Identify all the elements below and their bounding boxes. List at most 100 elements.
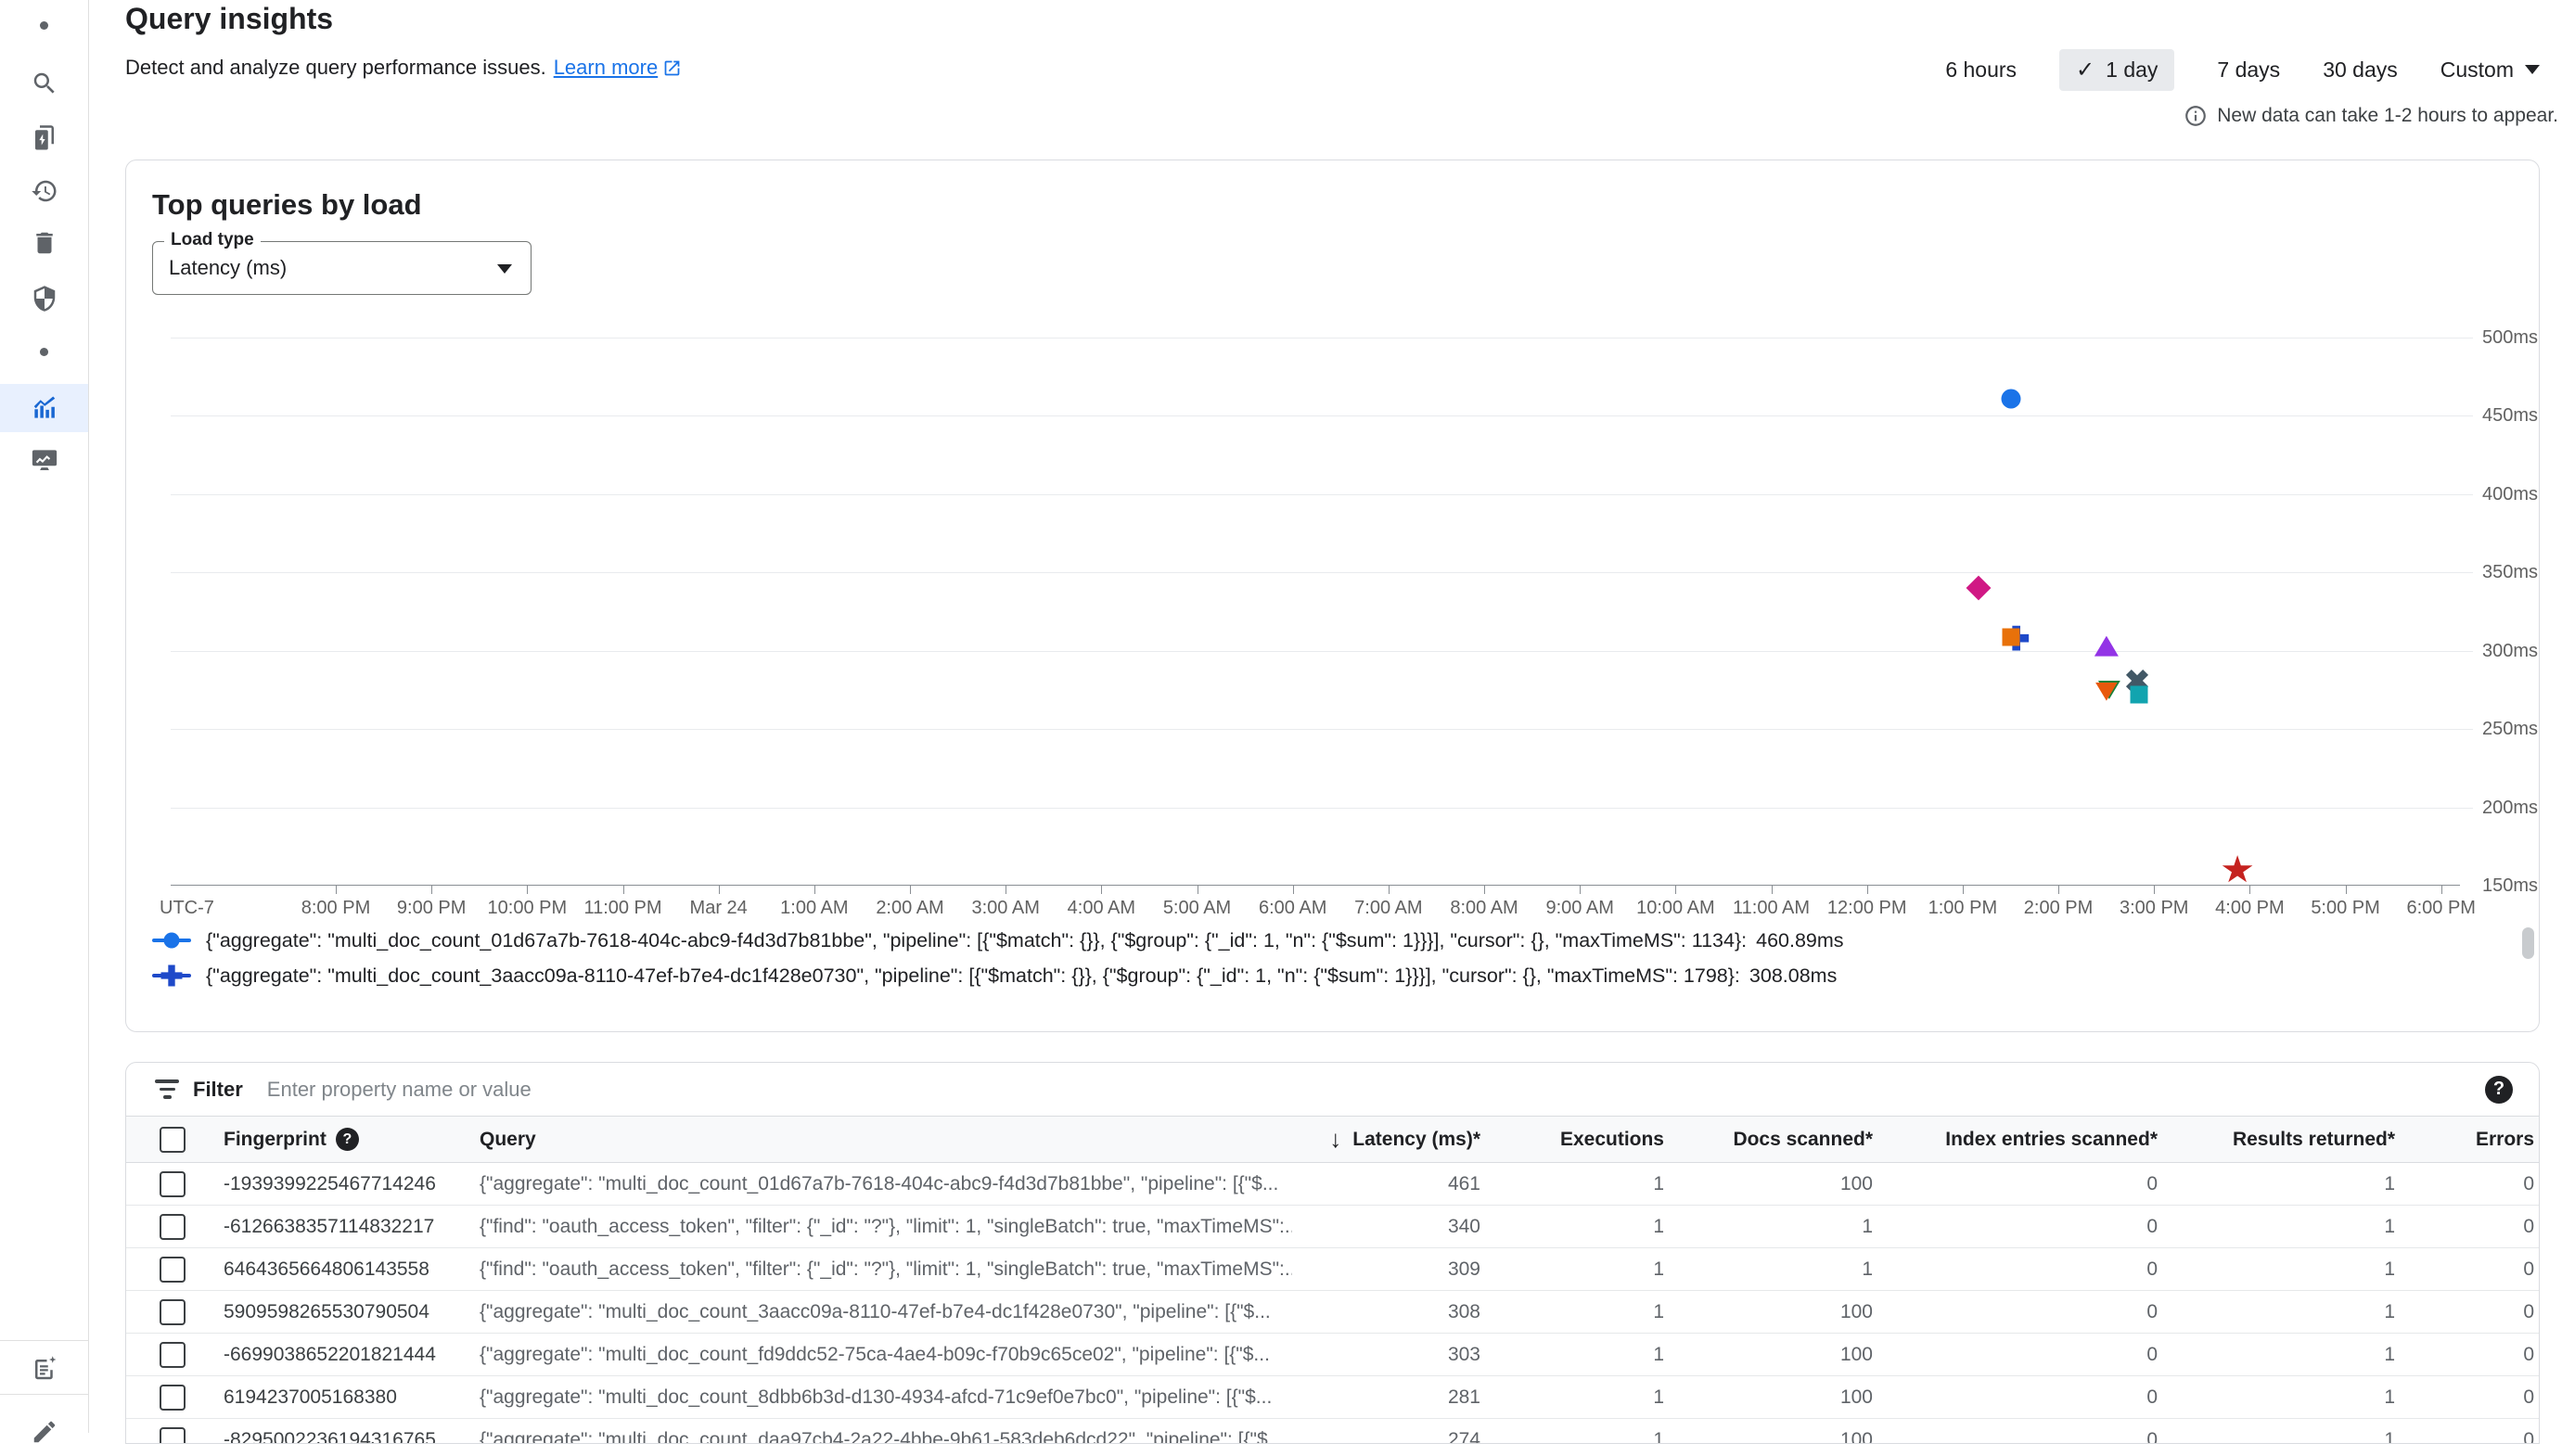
time-range-30-days[interactable]: 30 days: [2323, 57, 2398, 83]
time-range-custom[interactable]: Custom: [2440, 57, 2540, 83]
gridline: [171, 415, 2473, 416]
sidebar-item-history[interactable]: [0, 167, 88, 215]
cell-results_returned: 1: [2158, 1258, 2395, 1281]
cell-latency: 461: [1292, 1173, 1480, 1195]
cell-latency: 274: [1292, 1429, 1480, 1445]
cell-errors: 0: [2395, 1386, 2534, 1409]
gridline: [171, 572, 2473, 573]
x-axis-tick: [1675, 886, 1676, 894]
cell-docs_scanned: 100: [1664, 1386, 1873, 1409]
sidebar-item-query-insights[interactable]: [0, 384, 88, 432]
data-point-square[interactable]: [2131, 686, 2148, 704]
cell-executions: 1: [1480, 1429, 1664, 1445]
fingerprint-help-icon[interactable]: ?: [336, 1128, 359, 1151]
col-header-executions[interactable]: Executions: [1480, 1129, 1664, 1151]
x-axis-tick: [336, 886, 337, 894]
sidebar-item-release-notes[interactable]: [0, 1345, 88, 1393]
cell-errors: 0: [2395, 1258, 2534, 1281]
sidebar-item-security[interactable]: [0, 275, 88, 323]
row-checkbox[interactable]: [160, 1385, 186, 1411]
x-axis-tick: [2346, 886, 2347, 894]
legend-item[interactable]: {"aggregate": "multi_doc_count_01d67a7b-…: [152, 923, 1844, 958]
legend-query-text: {"aggregate": "multi_doc_count_01d67a7b-…: [206, 929, 1747, 952]
col-header-query[interactable]: Query: [480, 1129, 1292, 1151]
cell-query: {"aggregate": "multi_doc_count_fd9ddc52-…: [480, 1344, 1292, 1366]
sidebar-item-dot-mid[interactable]: [0, 327, 88, 376]
learn-more-link[interactable]: Learn more: [554, 56, 683, 80]
x-axis-tick: [623, 886, 624, 894]
cell-fingerprint: 6194237005168380: [224, 1386, 480, 1409]
time-range-1-day[interactable]: ✓1 day: [2059, 49, 2174, 91]
col-header-docs_scanned[interactable]: Docs scanned*: [1664, 1129, 1873, 1151]
y-axis-label: 500ms: [2482, 326, 2562, 349]
sidebar-item-edit-partial[interactable]: [0, 1408, 88, 1456]
legend-value: 308.08ms: [1749, 964, 1837, 988]
row-checkbox[interactable]: [160, 1342, 186, 1368]
sidebar-item-trash[interactable]: [0, 219, 88, 267]
table-row[interactable]: -6699038652201821444{"aggregate": "multi…: [126, 1334, 2539, 1376]
external-link-icon: [662, 58, 682, 78]
cell-results_returned: 1: [2158, 1216, 2395, 1238]
sidebar-item-monitoring[interactable]: [0, 436, 88, 484]
table-row[interactable]: -6126638357114832217{"find": "oauth_acce…: [126, 1206, 2539, 1248]
pencil-icon: [31, 1418, 58, 1446]
table-help-icon[interactable]: ?: [2485, 1076, 2513, 1104]
table-row[interactable]: -1939399225467714246{"aggregate": "multi…: [126, 1163, 2539, 1206]
data-point-circle[interactable]: [2001, 389, 2020, 408]
col-header-fingerprint[interactable]: Fingerprint: [224, 1129, 327, 1151]
sidebar-item-query-editor[interactable]: [0, 114, 88, 162]
sidebar-item-search[interactable]: [0, 59, 88, 108]
x-axis-tick: [2058, 886, 2059, 894]
legend-scrollbar[interactable]: [2522, 927, 2534, 959]
info-note-text: New data can take 1-2 hours to appear.: [2217, 105, 2558, 127]
legend-line: [152, 939, 191, 942]
sidebar-item-dot-top[interactable]: [0, 1, 88, 49]
col-header-latency[interactable]: ↓Latency (ms)*: [1292, 1125, 1480, 1154]
row-checkbox[interactable]: [160, 1257, 186, 1283]
note-sparkle-icon: [31, 1355, 58, 1383]
data-point-triangle-down[interactable]: [2095, 683, 2118, 701]
timezone-label: UTC-7: [160, 898, 214, 919]
docs-flash-icon: [31, 124, 58, 152]
x-axis-tick: [527, 886, 528, 894]
table-row[interactable]: 5909598265530790504{"aggregate": "multi_…: [126, 1291, 2539, 1334]
cell-latency: 303: [1292, 1344, 1480, 1366]
row-checkbox[interactable]: [160, 1214, 186, 1240]
y-axis-label: 300ms: [2482, 640, 2562, 662]
cell-executions: 1: [1480, 1301, 1664, 1323]
data-point-triangle-up[interactable]: [2094, 636, 2119, 657]
table-row[interactable]: -8295002236194316765{"aggregate": "multi…: [126, 1419, 2539, 1444]
x-axis-tick: [2154, 886, 2155, 894]
data-point-square[interactable]: [2002, 628, 2019, 645]
load-type-select[interactable]: Load type Latency (ms): [152, 241, 532, 295]
legend-item[interactable]: {"aggregate": "multi_doc_count_3aacc09a-…: [152, 958, 1844, 993]
data-point-diamond[interactable]: [1966, 576, 1992, 601]
cell-query: {"aggregate": "multi_doc_count_8dbb6b3d-…: [480, 1386, 1292, 1409]
row-checkbox[interactable]: [160, 1299, 186, 1325]
cell-executions: 1: [1480, 1216, 1664, 1238]
col-header-errors[interactable]: Errors: [2395, 1129, 2534, 1151]
col-header-results_returned[interactable]: Results returned*: [2158, 1129, 2395, 1151]
table-row[interactable]: 6464365664806143558{"find": "oauth_acces…: [126, 1248, 2539, 1291]
row-checkbox[interactable]: [160, 1171, 186, 1197]
x-axis-tick: [2441, 886, 2442, 894]
y-axis-label: 150ms: [2482, 875, 2562, 897]
col-header-index_entries_scanned[interactable]: Index entries scanned*: [1873, 1129, 2158, 1151]
table-row[interactable]: 6194237005168380{"aggregate": "multi_doc…: [126, 1376, 2539, 1419]
select-all-checkbox[interactable]: [160, 1127, 186, 1153]
cell-index_entries_scanned: 0: [1873, 1386, 2158, 1409]
row-checkbox[interactable]: [160, 1427, 186, 1445]
cell-query: {"find": "oauth_access_token", "filter":…: [480, 1216, 1292, 1238]
time-range-7-days[interactable]: 7 days: [2217, 57, 2280, 83]
x-axis-tick: [1484, 886, 1485, 894]
time-range-6-hours[interactable]: 6 hours: [1945, 57, 2017, 83]
cell-index_entries_scanned: 0: [1873, 1258, 2158, 1281]
insights-chart-icon: [31, 394, 58, 422]
filter-input[interactable]: [267, 1078, 2485, 1102]
left-sidebar: [0, 0, 89, 1433]
search-icon: [31, 70, 58, 97]
data-point-star[interactable]: [2222, 855, 2253, 885]
cell-results_returned: 1: [2158, 1301, 2395, 1323]
sidebar-divider: [0, 1340, 88, 1341]
cell-query: {"find": "oauth_access_token", "filter":…: [480, 1258, 1292, 1281]
